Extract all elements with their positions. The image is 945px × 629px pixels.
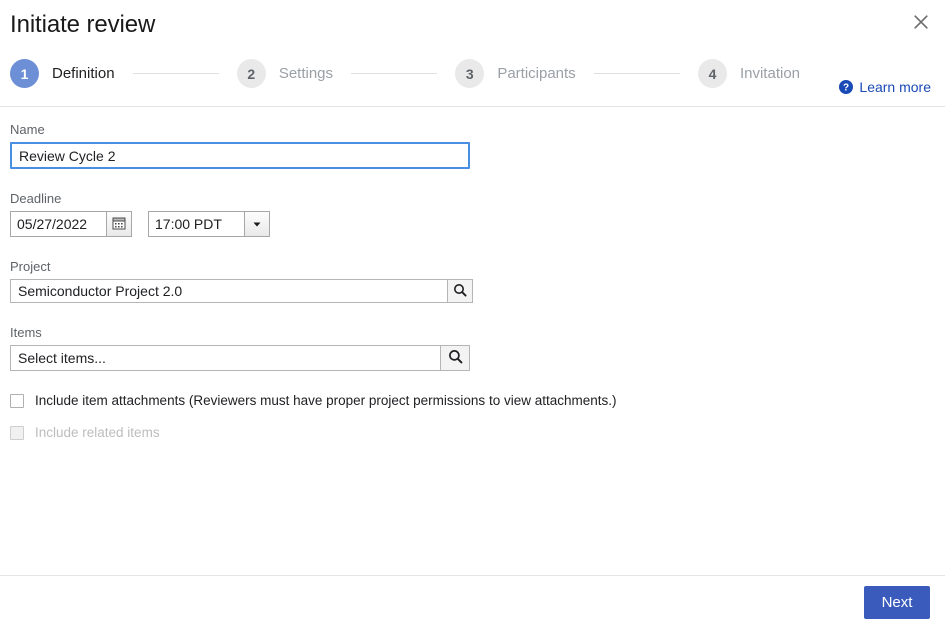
- project-search-button[interactable]: [447, 279, 473, 303]
- stepper: 1 Definition 2 Settings 3 Participants 4…: [10, 59, 800, 88]
- items-combo: [10, 345, 935, 371]
- page-title: Initiate review: [10, 11, 156, 38]
- learn-more-label: Learn more: [859, 79, 931, 95]
- deadline-time-input[interactable]: [148, 211, 244, 237]
- deadline-label: Deadline: [10, 191, 62, 206]
- field-group-project: Project: [10, 259, 935, 303]
- search-icon: [453, 283, 467, 300]
- field-group-name: Name: [10, 122, 935, 169]
- dialog-body: Name Deadline: [0, 107, 945, 575]
- deadline-row: [10, 211, 935, 237]
- close-button[interactable]: [905, 6, 937, 38]
- step-invitation-label: Invitation: [739, 65, 801, 82]
- include-related-items-label: Include related items: [35, 425, 160, 440]
- step-settings[interactable]: 2 Settings: [236, 59, 334, 88]
- next-button[interactable]: Next: [864, 586, 930, 619]
- step-invitation[interactable]: 4 Invitation: [697, 59, 801, 88]
- deadline-date-input[interactable]: [10, 211, 106, 237]
- search-icon: [448, 349, 463, 367]
- field-group-deadline: Deadline: [10, 191, 935, 237]
- include-attachments-row[interactable]: Include item attachments (Reviewers must…: [10, 393, 935, 408]
- include-related-items-checkbox: [10, 426, 24, 440]
- step-participants[interactable]: 3 Participants: [455, 59, 576, 88]
- step-invitation-number: 4: [697, 59, 727, 88]
- items-input[interactable]: [10, 345, 440, 371]
- close-icon: [913, 14, 929, 30]
- name-input[interactable]: [10, 142, 470, 169]
- step-connector-3: [593, 73, 680, 74]
- project-combo: [10, 279, 935, 303]
- help-circle-icon: ?: [839, 80, 854, 94]
- step-connector-1: [132, 73, 219, 74]
- step-connector-2: [351, 73, 438, 74]
- step-participants-label: Participants: [497, 65, 576, 82]
- date-combo: [10, 211, 132, 237]
- learn-more-link[interactable]: ? Learn more: [839, 79, 931, 95]
- time-combo: [148, 211, 270, 237]
- project-input[interactable]: [10, 279, 447, 303]
- include-related-items-row: Include related items: [10, 425, 935, 440]
- dialog-footer: Next: [0, 575, 945, 629]
- step-definition-label: Definition: [52, 65, 115, 82]
- items-label: Items: [10, 325, 42, 340]
- calendar-icon: [112, 216, 126, 233]
- calendar-picker-button[interactable]: [106, 211, 132, 237]
- include-attachments-label: Include item attachments (Reviewers must…: [35, 393, 617, 408]
- step-definition-number: 1: [10, 59, 39, 88]
- step-definition[interactable]: 1 Definition: [10, 59, 115, 88]
- field-group-items: Items: [10, 325, 935, 371]
- include-attachments-checkbox[interactable]: [10, 394, 24, 408]
- step-settings-label: Settings: [278, 65, 334, 82]
- dialog-header: Initiate review 1 Definition 2 Settings …: [0, 0, 945, 107]
- svg-text:?: ?: [843, 83, 849, 94]
- chevron-down-icon: [252, 217, 262, 232]
- project-label: Project: [10, 259, 51, 274]
- step-participants-number: 3: [455, 59, 485, 88]
- step-settings-number: 2: [236, 59, 266, 88]
- time-dropdown-button[interactable]: [244, 211, 270, 237]
- name-label: Name: [10, 122, 45, 137]
- items-search-button[interactable]: [440, 345, 470, 371]
